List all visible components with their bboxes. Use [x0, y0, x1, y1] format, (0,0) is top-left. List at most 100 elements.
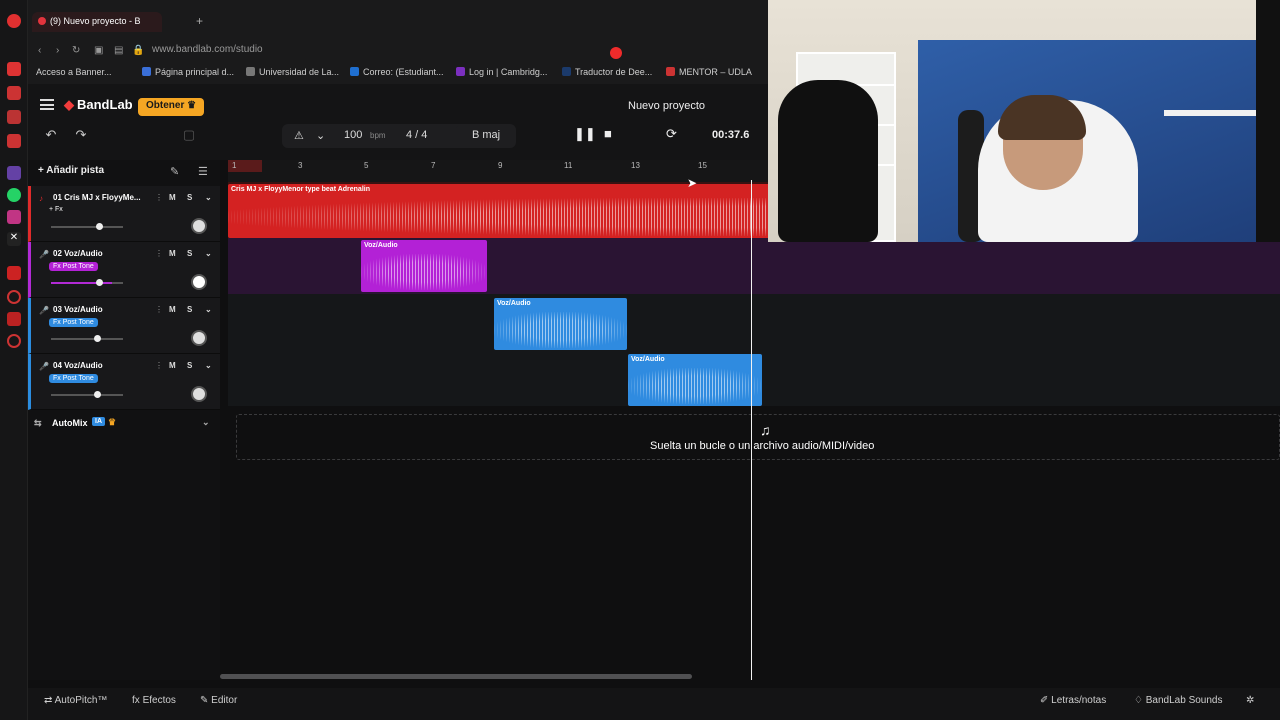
track-name[interactable]: 01 Cris MJ x FloyyMe... [53, 193, 141, 202]
track-row-02[interactable]: 🎤 02 Voz/Audio Fx Post Tone ⋮ M S ⌄ [28, 242, 220, 298]
obtener-button[interactable]: Obtener ♛ [138, 98, 205, 116]
tabs-icon[interactable]: ▣ [94, 45, 103, 56]
audio-clip[interactable]: Voz/Audio [628, 354, 762, 406]
forward-icon[interactable]: › [56, 45, 59, 56]
chevron-down-icon[interactable]: ⌄ [205, 249, 212, 258]
volume-slider[interactable] [51, 223, 123, 230]
bookmark-item[interactable]: Página principal d... [142, 67, 234, 77]
url-text[interactable]: www.bandlab.com/studio [152, 44, 263, 55]
browser-tab[interactable]: (9) Nuevo proyecto - B [32, 12, 162, 32]
whatsapp-icon[interactable] [7, 188, 21, 202]
audio-clip[interactable]: Voz/Audio [494, 298, 627, 350]
mute-button[interactable]: M [169, 249, 176, 258]
fx-button[interactable]: Fx Post Tone [49, 262, 98, 271]
twitch-icon[interactable] [7, 166, 21, 180]
history-icon[interactable] [7, 290, 21, 304]
solo-button[interactable]: S [187, 361, 192, 370]
horizontal-scrollbar[interactable] [220, 674, 692, 679]
pan-knob[interactable] [191, 330, 207, 346]
fx-button[interactable]: Fx Post Tone [49, 374, 98, 383]
sidebar-app-icon[interactable] [7, 86, 21, 100]
stop-icon[interactable]: ■ [604, 126, 612, 141]
new-tab-button[interactable]: + [196, 14, 203, 28]
automix-row[interactable]: ⇆ AutoMix IA ♛ ⌄ [28, 412, 220, 434]
mute-button[interactable]: M [169, 361, 176, 370]
mute-button[interactable]: M [169, 193, 176, 202]
opera-logo-icon[interactable] [7, 14, 21, 28]
volume-handle[interactable] [94, 391, 102, 398]
volume-slider[interactable] [51, 335, 123, 342]
bookmark-item[interactable]: Traductor de Dee... [562, 67, 652, 77]
menu-icon[interactable] [40, 99, 54, 110]
bookmark-item[interactable]: Acceso a Banner... [36, 67, 112, 77]
volume-handle[interactable] [94, 335, 102, 342]
x-icon[interactable]: ✕ [7, 232, 21, 246]
drop-zone[interactable] [236, 414, 1280, 460]
more-icon[interactable]: ⋮ [155, 249, 163, 258]
bookmark-item[interactable]: Log in | Cambridg... [456, 67, 547, 77]
bandlab-sounds-button[interactable]: ♢ BandLab Sounds [1134, 695, 1222, 706]
solo-button[interactable]: S [187, 193, 192, 202]
autopitch-button[interactable]: ⇄ AutoPitch™ [44, 695, 107, 706]
add-track-button[interactable]: + Añadir pista [38, 165, 104, 176]
pan-knob[interactable] [191, 386, 207, 402]
solo-button[interactable]: S [187, 249, 192, 258]
more-icon[interactable]: ⋮ [155, 305, 163, 314]
redo-icon[interactable]: ↷ [68, 124, 94, 146]
settings-icon[interactable] [7, 334, 21, 348]
extra-tool-icon[interactable]: ✲ [1246, 695, 1254, 706]
edit-icon[interactable]: ✎ [170, 165, 179, 178]
chevron-down-icon[interactable]: ⌄ [205, 361, 212, 370]
reload-icon[interactable]: ↻ [72, 45, 80, 56]
pan-knob[interactable] [191, 218, 207, 234]
time-signature[interactable]: 4 / 4 [406, 129, 427, 141]
key-selector[interactable]: B maj [456, 124, 516, 148]
lane-03[interactable]: Voz/Audio [228, 294, 1280, 350]
volume-slider[interactable] [51, 391, 123, 398]
tempo-value[interactable]: 100 [344, 129, 362, 141]
fx-button[interactable]: Fx Post Tone [49, 318, 98, 327]
fx-button[interactable]: + Fx [49, 206, 63, 213]
pause-icon[interactable]: ❚❚ [574, 126, 596, 142]
loop-icon[interactable]: ⟳ [666, 126, 677, 142]
track-name[interactable]: 04 Voz/Audio [53, 361, 103, 370]
bookmark-item[interactable]: MENTOR – UDLA [666, 67, 752, 77]
mixer-icon[interactable]: ☰ [198, 165, 208, 178]
track-row-01[interactable]: ♪ 01 Cris MJ x FloyyMe... + Fx ⋮ M S ⌄ [28, 186, 220, 242]
chevron-down-icon[interactable]: ⌄ [205, 193, 212, 202]
more-icon[interactable]: ⋮ [155, 361, 163, 370]
track-row-04[interactable]: 🎤 04 Voz/Audio Fx Post Tone ⋮ M S ⌄ [28, 354, 220, 410]
track-name[interactable]: 03 Voz/Audio [53, 305, 103, 314]
volume-slider[interactable] [51, 279, 123, 286]
volume-handle[interactable] [95, 223, 103, 230]
chevron-down-icon[interactable]: ⌄ [202, 417, 210, 428]
sidebar-app-icon[interactable] [7, 266, 21, 280]
playhead[interactable] [751, 180, 752, 680]
bandlab-logo[interactable]: ◆ BandLab [64, 97, 133, 113]
track-name[interactable]: 02 Voz/Audio [53, 249, 103, 258]
record-button[interactable] [610, 47, 622, 59]
instagram-icon[interactable] [7, 210, 21, 224]
sidebar-app-icon[interactable] [7, 312, 21, 326]
bookmark-item[interactable]: Universidad de La... [246, 67, 339, 77]
more-icon[interactable]: ⋮ [155, 193, 163, 202]
back-icon[interactable]: ‹ [38, 45, 41, 56]
sidebar-app-icon[interactable] [7, 134, 21, 148]
efectos-button[interactable]: fx Efectos [132, 695, 176, 706]
bookmark-item[interactable]: Correo: (Estudiant... [350, 67, 444, 77]
snap-icon[interactable]: ▢ [176, 124, 202, 146]
volume-handle[interactable] [95, 279, 103, 286]
track-row-03[interactable]: 🎤 03 Voz/Audio Fx Post Tone ⋮ M S ⌄ [28, 298, 220, 354]
chevron-down-icon[interactable]: ⌄ [316, 129, 325, 142]
lane-04[interactable]: Voz/Audio [228, 350, 1280, 406]
sidebar-app-icon[interactable] [7, 110, 21, 124]
sidebar-app-icon[interactable] [7, 62, 21, 76]
metronome-icon[interactable]: ⚠ [294, 129, 304, 142]
undo-icon[interactable]: ↶ [38, 124, 64, 146]
extension-icon[interactable]: ▤ [114, 45, 123, 56]
audio-clip[interactable]: Voz/Audio [361, 240, 487, 292]
project-title[interactable]: Nuevo proyecto [628, 100, 705, 112]
mute-button[interactable]: M [169, 305, 176, 314]
editor-button[interactable]: ✎ Editor [200, 695, 237, 706]
chevron-down-icon[interactable]: ⌄ [205, 305, 212, 314]
